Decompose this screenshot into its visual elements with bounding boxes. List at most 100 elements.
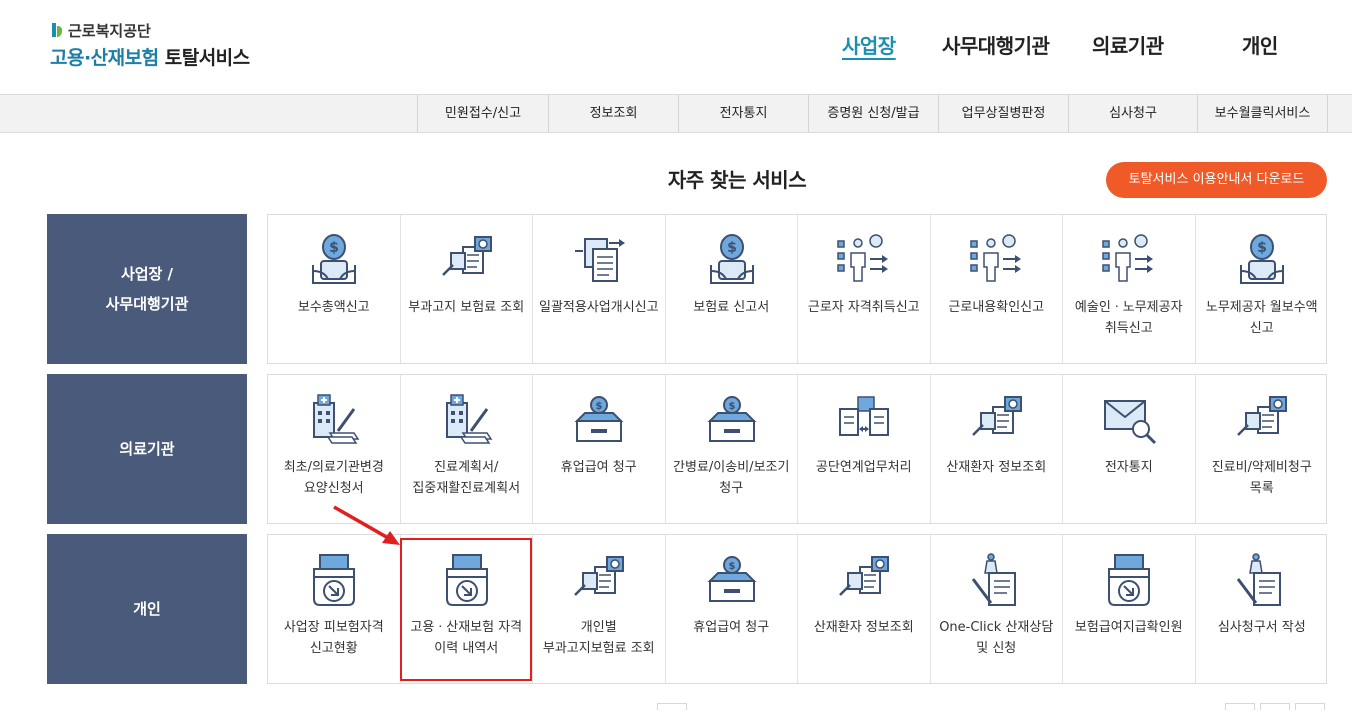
printer-download-icon bbox=[1108, 554, 1150, 606]
coin-box-icon: $ bbox=[707, 396, 756, 442]
service-tile-label: 보험급여지급확인원 bbox=[1074, 620, 1183, 635]
service-tile-label: 진료계획서/집중재활진료계획서 bbox=[412, 460, 521, 496]
money-hand-icon: $ bbox=[1239, 234, 1284, 284]
document-exchange-icon bbox=[839, 396, 889, 436]
service-tile[interactable]: 진료계획서/집중재활진료계획서 bbox=[401, 375, 533, 523]
printer-download-icon bbox=[313, 554, 355, 606]
pager-button[interactable] bbox=[657, 703, 687, 710]
annotation-arrow-icon bbox=[333, 505, 400, 545]
row-label-personal: 개인 bbox=[47, 534, 247, 684]
hospital-pen-icon bbox=[313, 394, 360, 444]
service-tile[interactable]: $ 보수총액신고 bbox=[268, 215, 401, 363]
service-tile[interactable]: 근로내용확인신고 bbox=[931, 215, 1063, 363]
document-search-icon bbox=[971, 396, 1022, 436]
document-pen-icon bbox=[971, 553, 1016, 606]
service-tile-label: 일괄적용사업개시신고 bbox=[539, 300, 659, 315]
svg-text:$: $ bbox=[727, 240, 737, 256]
coin-box-icon: $ bbox=[574, 396, 624, 442]
service-tile-label: 보험료 신고서 bbox=[693, 300, 770, 315]
service-tile-label: 개인별 부과고지보험료 조회 bbox=[542, 620, 655, 656]
service-tile[interactable]: 심사청구서 작성 bbox=[1196, 535, 1329, 683]
top-nav-business[interactable]: 사업장 bbox=[842, 30, 896, 59]
service-tile[interactable]: 일괄적용사업개시신고 bbox=[533, 215, 666, 363]
service-tile[interactable]: $ 노무제공자 월보수액 신고 bbox=[1196, 215, 1329, 363]
service-tile[interactable]: $ 휴업급여 청구 bbox=[666, 535, 798, 683]
service-tile-label: 진료비/약제비청구 목록 bbox=[1211, 460, 1312, 496]
pager-button[interactable] bbox=[1260, 703, 1290, 710]
service-tile-label: 보수총액신고 bbox=[297, 300, 370, 315]
subnav-item-complaint[interactable]: 민원접수/신고 bbox=[417, 95, 548, 132]
money-hand-icon: $ bbox=[709, 234, 754, 284]
service-tile-label: 노무제공자 월보수액 신고 bbox=[1205, 300, 1318, 336]
service-tile-label: One-Click 산재상담 및 신청 bbox=[939, 620, 1054, 656]
service-tile[interactable]: 개인별 부과고지보험료 조회 bbox=[533, 535, 666, 683]
top-nav-personal[interactable]: 개인 bbox=[1242, 30, 1278, 59]
service-tile-label: 최초/의료기관변경 요양신청서 bbox=[283, 460, 384, 496]
download-guide-button[interactable]: 토탈서비스 이용안내서 다운로드 bbox=[1106, 162, 1327, 198]
top-nav-agency[interactable]: 사무대행기관 bbox=[942, 30, 1050, 59]
service-tile-label: 심사청구서 작성 bbox=[1217, 620, 1306, 635]
row-label-business: 사업장 / 사무대행기관 bbox=[47, 214, 247, 364]
service-tile[interactable]: $ 간병료/이송비/보조기 청구 bbox=[666, 375, 798, 523]
subnav-item-info[interactable]: 정보조회 bbox=[548, 95, 678, 132]
person-list-icon bbox=[1102, 234, 1153, 282]
subnav-item-wage[interactable]: 보수월클릭서비스 bbox=[1197, 95, 1328, 132]
service-tile-label: 근로내용확인신고 bbox=[948, 300, 1045, 315]
service-tile[interactable]: One-Click 산재상담 및 신청 bbox=[931, 535, 1063, 683]
service-tile-label: 간병료/이송비/보조기 청구 bbox=[673, 460, 790, 496]
coin-box-icon: $ bbox=[707, 556, 756, 602]
pager-button[interactable] bbox=[1225, 703, 1255, 710]
service-tile-label: 휴업급여 청구 bbox=[693, 620, 770, 635]
subnav-item-notice[interactable]: 전자통지 bbox=[678, 95, 808, 132]
top-nav: 사업장 사무대행기관 의료기관 개인 bbox=[0, 30, 1352, 60]
row-label-medical: 의료기관 bbox=[47, 374, 247, 524]
svg-text:$: $ bbox=[1257, 240, 1267, 256]
service-tile[interactable]: 예술인ㆍ노무제공자 취득신고 bbox=[1063, 215, 1196, 363]
document-search-icon bbox=[441, 236, 492, 276]
service-tile-label: 휴업급여 청구 bbox=[560, 460, 637, 475]
service-tile[interactable]: 보험급여지급확인원 bbox=[1063, 535, 1196, 683]
subnav-item-appeal[interactable]: 심사청구 bbox=[1068, 95, 1197, 132]
subnav-item-disease[interactable]: 업무상질병판정 bbox=[938, 95, 1068, 132]
service-tile[interactable]: 부과고지 보험료 조회 bbox=[401, 215, 533, 363]
svg-text:$: $ bbox=[728, 401, 735, 412]
service-tile[interactable]: $ 보험료 신고서 bbox=[666, 215, 798, 363]
person-list-icon bbox=[837, 234, 888, 282]
service-tile[interactable]: 최초/의료기관변경 요양신청서 bbox=[268, 375, 401, 523]
svg-text:$: $ bbox=[728, 561, 735, 572]
document-search-icon bbox=[839, 556, 889, 596]
service-tile[interactable]: 산재환자 정보조회 bbox=[798, 535, 931, 683]
mail-search-icon bbox=[1104, 400, 1157, 445]
service-tile-label: 사업장 피보험자격 신고현황 bbox=[283, 620, 384, 656]
service-tile-label: 전자통지 bbox=[1104, 460, 1153, 475]
service-tile-label: 예술인ㆍ노무제공자 취득신고 bbox=[1074, 300, 1183, 336]
service-tile-label: 공단연계업무처리 bbox=[815, 460, 912, 475]
svg-text:$: $ bbox=[596, 401, 603, 412]
service-tile-label: 부과고지 보험료 조회 bbox=[408, 300, 525, 315]
service-tile[interactable]: 사업장 피보험자격 신고현황 bbox=[268, 535, 401, 683]
money-hand-icon: $ bbox=[312, 234, 356, 284]
service-tile-label: 산재환자 정보조회 bbox=[946, 460, 1047, 475]
document-pen-icon bbox=[1236, 553, 1281, 606]
service-tile-label: 산재환자 정보조회 bbox=[813, 620, 914, 635]
service-grid-business: $ 보수총액신고 부과고지 보험료 조회 일괄적용사업개시신고 $ 보험료 신고… bbox=[267, 214, 1327, 364]
service-tile[interactable]: 산재환자 정보조회 bbox=[931, 375, 1063, 523]
service-grid-medical: 최초/의료기관변경 요양신청서 진료계획서/집중재활진료계획서 $ 휴업급여 청… bbox=[267, 374, 1327, 524]
top-nav-medical[interactable]: 의료기관 bbox=[1092, 30, 1164, 59]
service-tile[interactable]: 공단연계업무처리 bbox=[798, 375, 931, 523]
service-tile[interactable]: 근로자 자격취득신고 bbox=[798, 215, 931, 363]
document-transfer-icon bbox=[575, 238, 625, 282]
sub-nav: 민원접수/신고 정보조회 전자통지 증명원 신청/발급 업무상질병판정 심사청구… bbox=[0, 94, 1352, 133]
subnav-item-certificate[interactable]: 증명원 신청/발급 bbox=[808, 95, 938, 132]
document-search-icon bbox=[574, 556, 624, 596]
service-tile[interactable]: 진료비/약제비청구 목록 bbox=[1196, 375, 1329, 523]
service-tile[interactable]: 전자통지 bbox=[1063, 375, 1196, 523]
service-tile-label: 근로자 자격취득신고 bbox=[807, 300, 920, 315]
pager-button[interactable] bbox=[1295, 703, 1325, 710]
service-tile[interactable]: $ 휴업급여 청구 bbox=[533, 375, 666, 523]
document-search-icon bbox=[1236, 396, 1287, 436]
svg-text:$: $ bbox=[329, 240, 339, 256]
annotation-highlight-box bbox=[400, 538, 532, 681]
hospital-pen-icon bbox=[445, 394, 492, 444]
site-header: 근로복지공단 고용·산재보험 토탈서비스 사업장 사무대행기관 의료기관 개인 bbox=[0, 0, 1352, 94]
